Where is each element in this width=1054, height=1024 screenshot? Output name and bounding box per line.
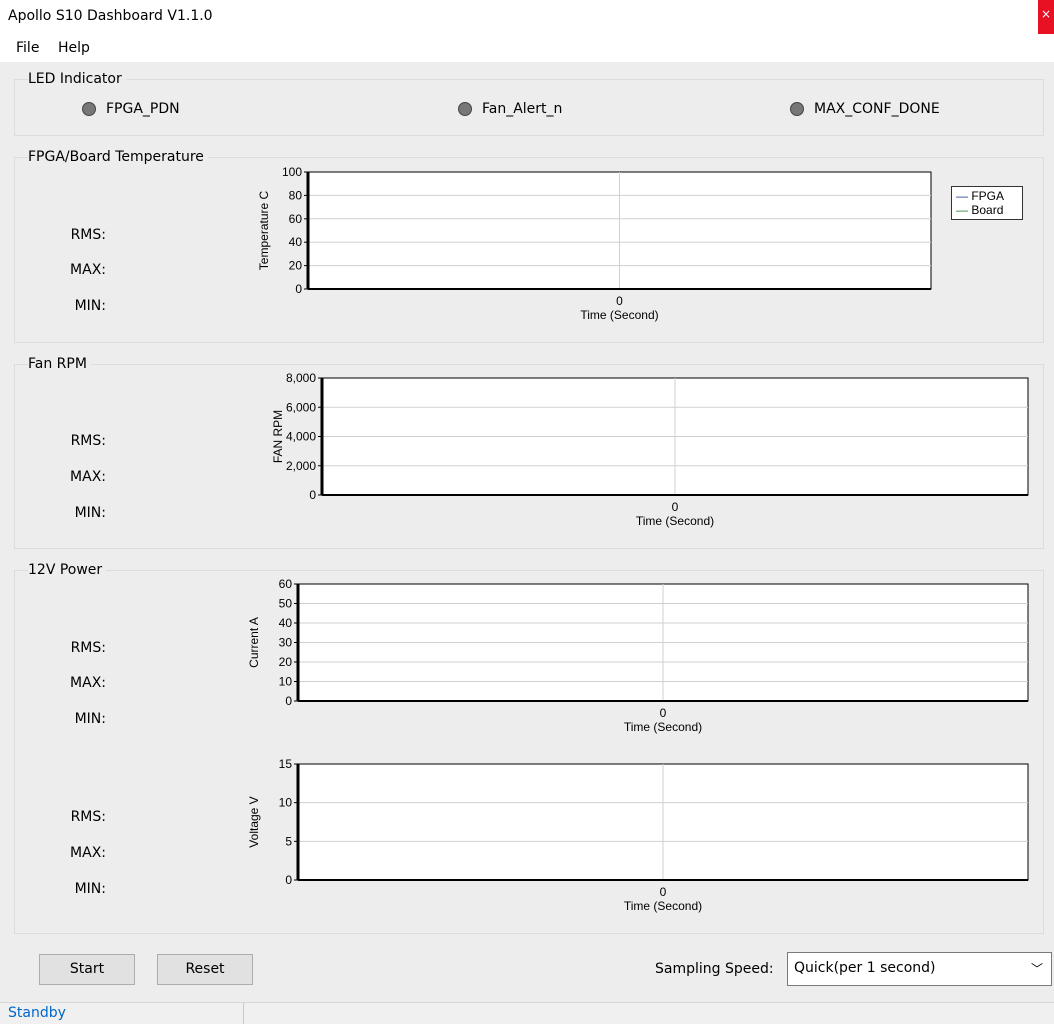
voltage-min-label: MIN:	[74, 881, 106, 897]
x-axis-label: Time (Second)	[624, 899, 702, 913]
x-tick-label: 0	[616, 294, 623, 308]
led-dot-icon	[790, 102, 804, 116]
y-tick-label: 10	[279, 675, 293, 689]
fan-max-label: MAX:	[70, 469, 106, 485]
y-tick-label: 5	[285, 834, 292, 848]
menu-bar: File Help	[0, 34, 1054, 62]
legend-item-board: — Board	[956, 203, 1004, 217]
y-axis-label: FAN RPM	[271, 410, 285, 463]
x-tick-label: 0	[672, 500, 679, 514]
led-max-conf-done: MAX_CONF_DONE	[790, 101, 940, 117]
fan-rms-label: RMS:	[70, 433, 106, 449]
y-tick-label: 30	[279, 636, 293, 650]
fan-min-label: MIN:	[74, 505, 106, 521]
fan-chart: 02,0004,0006,0008,0000Time (Second)FAN R…	[271, 371, 1029, 528]
y-tick-label: 4,000	[286, 430, 316, 444]
y-tick-label: 0	[285, 873, 292, 887]
x-tick-label: 0	[660, 706, 667, 720]
status-text: Standby	[8, 1005, 66, 1021]
current-rms-label: RMS:	[70, 640, 106, 656]
y-tick-label: 8,000	[286, 371, 316, 385]
temperature-chart: 0204060801000Time (Second)Temperature C	[257, 165, 932, 322]
y-tick-label: 50	[279, 597, 293, 611]
y-axis-label: Voltage V	[247, 796, 261, 847]
x-axis-label: Time (Second)	[636, 514, 714, 528]
menu-help[interactable]: Help	[58, 40, 90, 56]
temp-rms-label: RMS:	[70, 227, 106, 243]
close-icon[interactable]: ×	[1038, 0, 1054, 34]
led-label: Fan_Alert_n	[482, 101, 563, 117]
y-tick-label: 20	[289, 259, 303, 273]
temperature-title: FPGA/Board Temperature	[28, 149, 208, 165]
x-axis-label: Time (Second)	[580, 308, 658, 322]
y-tick-label: 40	[289, 235, 303, 249]
legend-item-fpga: — FPGA	[956, 189, 1005, 203]
status-bar: Standby	[0, 1002, 1054, 1024]
y-axis-label: Current A	[247, 617, 261, 668]
fan-title: Fan RPM	[28, 356, 91, 372]
y-tick-label: 20	[279, 655, 293, 669]
voltage-rms-label: RMS:	[70, 809, 106, 825]
dashboard-window: Apollo S10 Dashboard V1.1.0 × File Help …	[0, 0, 1054, 1024]
power-title: 12V Power	[28, 562, 107, 578]
title-bar: Apollo S10 Dashboard V1.1.0 ×	[0, 0, 1054, 34]
chevron-down-icon: ﹀	[1030, 962, 1043, 976]
y-tick-label: 2,000	[286, 459, 316, 473]
led-fan-alert: Fan_Alert_n	[458, 101, 562, 117]
x-axis-label: Time (Second)	[624, 720, 702, 734]
led-indicator-title: LED Indicator	[28, 71, 126, 87]
led-label: FPGA_PDN	[106, 101, 180, 117]
start-button[interactable]: Start	[39, 954, 135, 985]
y-tick-label: 60	[279, 577, 293, 591]
temperature-legend: — FPGA — Board	[951, 186, 1023, 220]
voltage-chart: 0510150Time (Second)Voltage V	[247, 757, 1029, 913]
y-tick-label: 100	[282, 165, 302, 179]
led-dot-icon	[458, 102, 472, 116]
sampling-speed-label: Sampling Speed:	[655, 961, 774, 977]
current-min-label: MIN:	[74, 711, 106, 727]
x-tick-label: 0	[660, 885, 667, 899]
led-fpga-pdn: FPGA_PDN	[82, 101, 180, 117]
y-tick-label: 60	[289, 212, 303, 226]
y-axis-label: Temperature C	[257, 190, 271, 270]
y-tick-label: 0	[285, 694, 292, 708]
voltage-max-label: MAX:	[70, 845, 106, 861]
y-tick-label: 0	[295, 282, 302, 296]
sampling-speed-value: Quick(per 1 second)	[794, 960, 936, 976]
led-label: MAX_CONF_DONE	[814, 101, 940, 117]
y-tick-label: 80	[289, 188, 303, 202]
y-tick-label: 10	[279, 796, 293, 810]
led-dot-icon	[82, 102, 96, 116]
current-chart: 01020304050600Time (Second)Current A	[247, 577, 1029, 734]
menu-file[interactable]: File	[16, 40, 39, 56]
reset-button[interactable]: Reset	[157, 954, 253, 985]
y-tick-label: 15	[279, 757, 293, 771]
y-tick-label: 40	[279, 616, 293, 630]
current-max-label: MAX:	[70, 675, 106, 691]
temp-min-label: MIN:	[74, 298, 106, 314]
window-title: Apollo S10 Dashboard V1.1.0	[8, 8, 213, 24]
sampling-speed-select[interactable]: Quick(per 1 second) ﹀	[787, 952, 1052, 986]
y-tick-label: 6,000	[286, 400, 316, 414]
y-tick-label: 0	[309, 488, 316, 502]
status-divider	[243, 1003, 244, 1024]
temp-max-label: MAX:	[70, 262, 106, 278]
